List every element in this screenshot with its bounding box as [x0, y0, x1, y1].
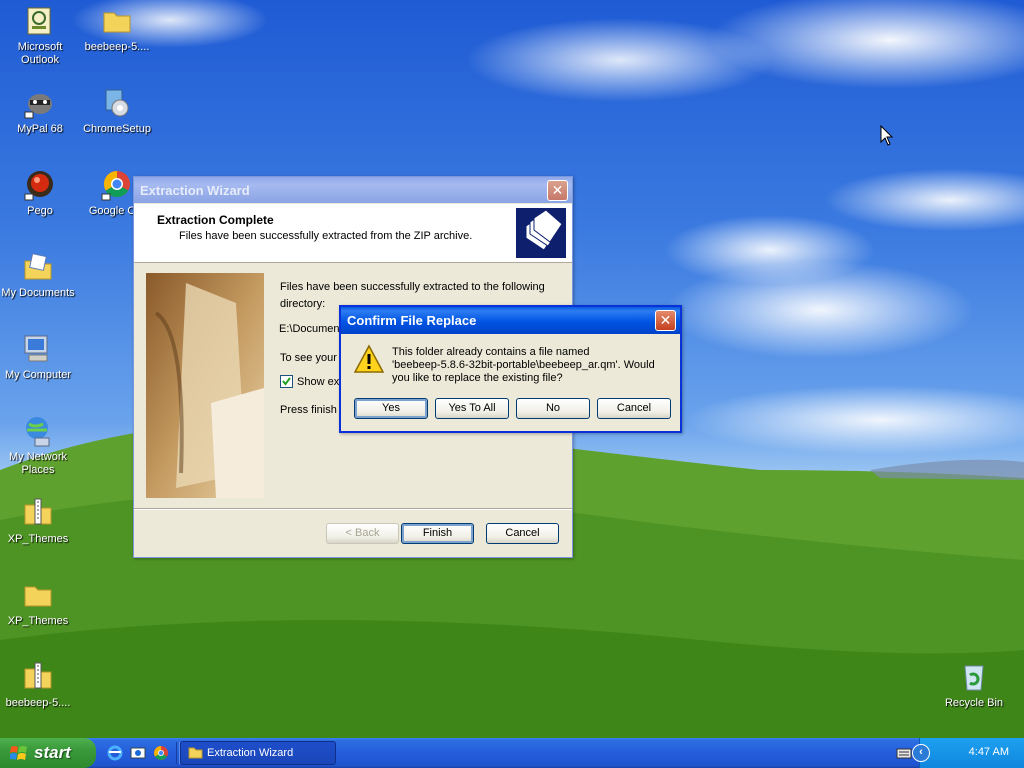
dialog-cancel-button[interactable]: Cancel	[597, 398, 671, 419]
icon-label: Recycle Bin	[944, 697, 1004, 709]
start-label: start	[34, 743, 71, 762]
back-button[interactable]: < Back	[326, 523, 399, 544]
folder-icon	[24, 586, 52, 607]
dialog-titlebar[interactable]: Confirm File Replace ✕	[341, 307, 680, 334]
show-files-checkbox[interactable]	[280, 375, 293, 388]
outlook-express-icon[interactable]	[130, 745, 146, 761]
dialog-message-line2: 'beebeep-5.8.6-32bit-portable\beebeep_ar…	[392, 359, 655, 371]
outlook-icon	[27, 7, 51, 35]
icon-label: MyPal 68	[17, 123, 63, 135]
wizard-press-finish-text: Press finish t	[280, 404, 343, 416]
chevron-left-icon: ‹	[919, 746, 923, 758]
system-tray: ‹ 4:47 AM	[896, 738, 1024, 768]
desktop-icon-outlook[interactable]: Microsoft Outlook	[0, 4, 80, 67]
zip-folder-icon	[24, 498, 52, 525]
wizard-body-line1: Files have been successfully extracted t…	[280, 281, 545, 293]
folder-stack-icon	[516, 208, 566, 258]
internet-explorer-icon[interactable]	[107, 745, 123, 761]
folder-icon	[103, 12, 131, 33]
icon-label: My Computer	[4, 369, 72, 381]
chrome-icon[interactable]	[153, 745, 169, 761]
desktop-icon-recycle-bin[interactable]: Recycle Bin	[934, 660, 1014, 710]
chrome-icon	[101, 170, 130, 201]
dialog-close-button[interactable]: ✕	[655, 310, 676, 331]
tray-expand-button[interactable]: ‹	[912, 744, 930, 762]
icon-label: My Network Places	[8, 451, 68, 476]
wizard-side-image	[146, 273, 264, 498]
desktop-icon-pego[interactable]: Pego	[0, 168, 80, 218]
network-icon	[26, 417, 50, 447]
mouse-cursor	[880, 125, 894, 146]
recycle-bin-icon	[964, 665, 984, 691]
desktop-icon-beebeep-folder[interactable]: beebeep-5....	[77, 4, 157, 54]
keyboard-icon[interactable]	[896, 746, 912, 760]
icon-label: XP_Themes	[7, 533, 69, 545]
finish-button[interactable]: Finish	[401, 523, 474, 544]
desktop-icon-xp-themes-folder[interactable]: XP_Themes	[0, 578, 78, 628]
wizard-body-line2: directory:	[280, 298, 326, 310]
warning-icon	[353, 344, 385, 373]
my-computer-icon	[24, 335, 48, 362]
desktop-icon-chromesetup[interactable]: ChromeSetup	[77, 86, 157, 136]
wizard-see-text: To see your	[280, 352, 337, 364]
wizard-title: Extraction Wizard	[140, 182, 250, 198]
wizard-close-button[interactable]: ✕	[547, 179, 568, 201]
checkmark-icon	[282, 377, 291, 386]
desktop-icon-mypal[interactable]: MyPal 68	[0, 86, 80, 136]
icon-label: beebeep-5....	[5, 697, 71, 709]
taskbar: start Extraction Wizard ‹ 4:47 AM	[0, 738, 1024, 768]
start-button[interactable]: start	[0, 738, 96, 768]
taskbar-item-label: Extraction Wizard	[207, 747, 294, 759]
wizard-header-title: Extraction Complete	[157, 213, 274, 227]
desktop-icon-my-documents[interactable]: My Documents	[0, 250, 78, 300]
installer-icon	[105, 89, 129, 117]
mypal-icon	[24, 94, 52, 119]
icon-label: ChromeSetup	[83, 123, 151, 135]
wizard-cancel-button[interactable]: Cancel	[486, 523, 559, 544]
wizard-header: Extraction Complete Files have been succ…	[134, 204, 572, 263]
yes-button[interactable]: Yes	[354, 398, 428, 419]
no-button[interactable]: No	[516, 398, 590, 419]
clock[interactable]: 4:47 AM	[969, 746, 1009, 758]
desktop-icon-xp-themes-zip[interactable]: XP_Themes	[0, 496, 78, 546]
icon-label: beebeep-5....	[84, 41, 150, 53]
wizard-titlebar[interactable]: Extraction Wizard ✕	[134, 177, 572, 203]
confirm-file-replace-dialog: Confirm File Replace ✕ This folder alrea…	[339, 305, 682, 433]
close-icon: ✕	[659, 312, 672, 328]
dialog-title: Confirm File Replace	[347, 313, 477, 328]
close-icon: ✕	[551, 181, 564, 198]
show-files-checkbox-label[interactable]: Show ext	[297, 376, 342, 388]
my-documents-icon	[24, 253, 52, 280]
icon-label: Pego	[27, 205, 53, 217]
dialog-message-line3: you like to replace the existing file?	[392, 372, 563, 384]
icon-label: XP_Themes	[7, 615, 69, 627]
icon-label: Microsoft Outlook	[17, 41, 63, 66]
desktop-icon-my-computer[interactable]: My Computer	[0, 332, 78, 382]
taskbar-item-extraction-wizard[interactable]: Extraction Wizard	[180, 741, 336, 765]
yes-to-all-button[interactable]: Yes To All	[435, 398, 509, 419]
wizard-header-subtitle: Files have been successfully extracted f…	[179, 230, 473, 242]
desktop-icon-network[interactable]: My Network Places	[0, 414, 78, 477]
desktop-icon-beebeep-zip[interactable]: beebeep-5....	[0, 660, 78, 710]
wizard-footer-divider	[134, 508, 572, 510]
wizard-path: E:\Documen	[279, 323, 340, 335]
windows-logo-icon	[10, 746, 27, 760]
folder-icon	[188, 747, 203, 759]
zip-folder-icon	[24, 662, 52, 689]
icon-label: My Documents	[1, 287, 75, 299]
dialog-message-line1: This folder already contains a file name…	[392, 346, 590, 358]
pego-icon	[24, 171, 53, 201]
